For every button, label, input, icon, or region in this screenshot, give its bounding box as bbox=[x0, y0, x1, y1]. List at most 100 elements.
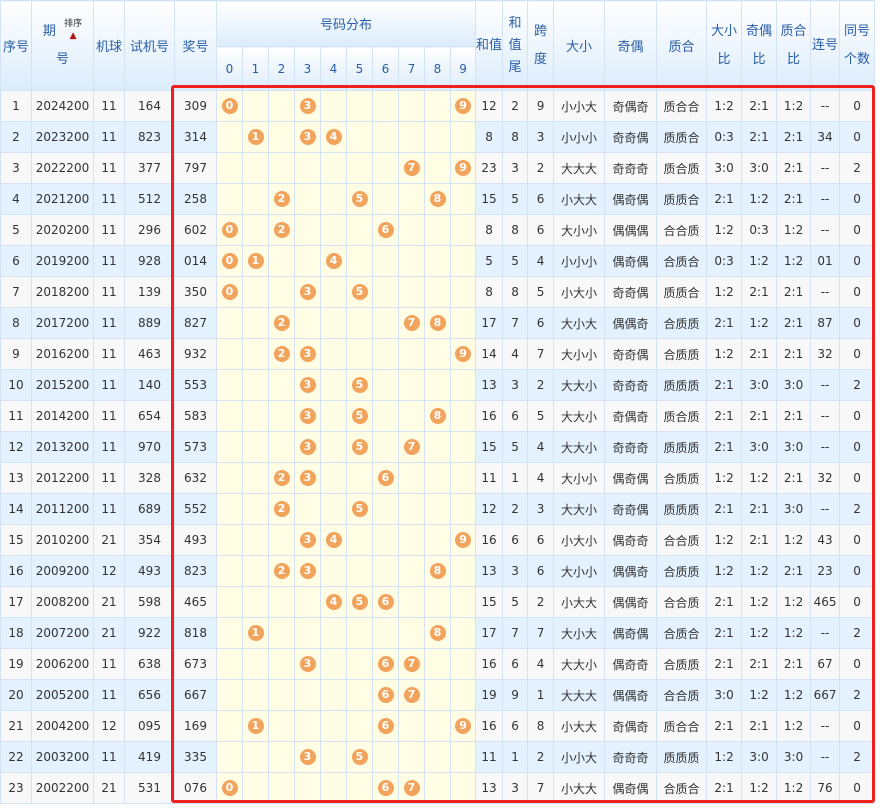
digit-ball: 5 bbox=[351, 284, 368, 300]
cell-prime-composite: 合质质 bbox=[656, 338, 708, 370]
cell-big-small: 大小小 bbox=[553, 214, 606, 246]
cell-prize-no: 350 bbox=[174, 276, 217, 308]
cell-oe-ratio: 2:1 bbox=[741, 524, 778, 556]
cell-digit-8 bbox=[424, 121, 451, 153]
cell-digit-2 bbox=[268, 772, 295, 804]
table-row: 4 2021200 11 512 258 2 5 8 15 5 6 小大大 偶奇偶 质质合 2:1 1:2 2:… bbox=[0, 183, 876, 215]
cell-digit-8 bbox=[424, 462, 451, 494]
table-row: 10 2015200 11 140 553 3 5 13 3 2 大大小 奇奇奇 质质质 2:1 3:0 3:… bbox=[0, 369, 876, 401]
cell-digit-6: 6 bbox=[372, 772, 399, 804]
cell-pc-ratio: 1:2 bbox=[776, 617, 812, 649]
cell-digit-0 bbox=[216, 338, 243, 370]
cell-digit-4 bbox=[320, 710, 347, 742]
cell-big-small: 大小小 bbox=[553, 338, 606, 370]
cell-digit-9 bbox=[449, 679, 477, 711]
digit-ball: 9 bbox=[455, 346, 472, 362]
cell-digit-7 bbox=[398, 90, 425, 122]
cell-machine: 11 bbox=[93, 90, 125, 122]
cell-span: 7 bbox=[527, 617, 555, 649]
header-bs-ratio: 大小比 bbox=[706, 0, 743, 91]
cell-digit-8 bbox=[424, 276, 451, 308]
digit-ball: 5 bbox=[351, 594, 368, 610]
cell-digit-0 bbox=[216, 462, 243, 494]
cell-digit-2: 2 bbox=[268, 338, 295, 370]
cell-pc-ratio: 3:0 bbox=[776, 369, 812, 401]
cell-bs-ratio: 0:3 bbox=[706, 121, 743, 153]
cell-digit-8 bbox=[424, 493, 451, 525]
cell-prize-no: 076 bbox=[174, 772, 217, 804]
sort-button[interactable]: 排序 ▲ bbox=[64, 18, 82, 42]
cell-digit-0 bbox=[216, 307, 243, 339]
cell-digit-9 bbox=[449, 400, 477, 432]
cell-digit-3 bbox=[294, 183, 321, 215]
cell-oe-ratio: 1:2 bbox=[741, 586, 778, 618]
cell-consecutive: 32 bbox=[810, 338, 841, 370]
cell-oe-ratio: 0:3 bbox=[741, 214, 778, 246]
cell-digit-5 bbox=[346, 121, 373, 153]
cell-big-small: 大小小 bbox=[553, 462, 606, 494]
cell-same-count: 0 bbox=[839, 431, 876, 463]
cell-digit-9 bbox=[449, 617, 477, 649]
cell-digit-3 bbox=[294, 307, 321, 339]
cell-bs-ratio: 2:1 bbox=[706, 369, 743, 401]
cell-digit-9 bbox=[449, 555, 477, 587]
cell-digit-7 bbox=[398, 121, 425, 153]
cell-pc-ratio: 1:2 bbox=[776, 679, 812, 711]
cell-seq: 2 bbox=[0, 121, 32, 153]
cell-period: 2018200 bbox=[31, 276, 94, 308]
cell-test-no: 139 bbox=[124, 276, 175, 308]
cell-pc-ratio: 2:1 bbox=[776, 462, 812, 494]
digit-ball: 3 bbox=[299, 470, 316, 486]
table-row: 16 2009200 12 493 823 2 3 8 13 3 6 大小小 偶偶奇 合质质 1:2 1:2 2… bbox=[0, 555, 876, 587]
cell-pc-ratio: 2:1 bbox=[776, 338, 812, 370]
cell-same-count: 0 bbox=[839, 338, 876, 370]
cell-odd-even: 奇奇偶 bbox=[604, 493, 658, 525]
cell-digit-5: 5 bbox=[346, 741, 373, 773]
header-period[interactable]: 期 排序 ▲ 号 bbox=[31, 0, 94, 91]
cell-oe-ratio: 3:0 bbox=[741, 741, 778, 773]
table-row: 22 2003200 11 419 335 3 5 11 1 2 小小大 奇奇奇 质质质 1:2 3:0 3:… bbox=[0, 741, 876, 773]
cell-digit-6: 6 bbox=[372, 710, 399, 742]
cell-consecutive: -- bbox=[810, 431, 841, 463]
cell-sum: 13 bbox=[475, 555, 504, 587]
cell-digit-6 bbox=[372, 524, 399, 556]
cell-sum-tail: 8 bbox=[502, 214, 529, 246]
cell-machine: 11 bbox=[93, 431, 125, 463]
cell-digit-9: 9 bbox=[449, 338, 477, 370]
table-row: 7 2018200 11 139 350 0 3 5 8 8 5 小大小 奇奇偶 质质合 1:2 2:1 2:1… bbox=[0, 276, 876, 308]
cell-seq: 11 bbox=[0, 400, 32, 432]
digit-ball: 8 bbox=[429, 315, 446, 331]
cell-odd-even: 偶偶奇 bbox=[604, 586, 658, 618]
cell-sum: 12 bbox=[475, 493, 504, 525]
digit-ball: 6 bbox=[377, 687, 394, 703]
digit-ball: 0 bbox=[221, 222, 238, 238]
cell-sum-tail: 3 bbox=[502, 555, 529, 587]
cell-sum-tail: 6 bbox=[502, 648, 529, 680]
cell-seq: 12 bbox=[0, 431, 32, 463]
cell-digit-4 bbox=[320, 648, 347, 680]
cell-seq: 7 bbox=[0, 276, 32, 308]
cell-oe-ratio: 2:1 bbox=[741, 121, 778, 153]
cell-big-small: 小小小 bbox=[553, 245, 606, 277]
cell-same-count: 0 bbox=[839, 307, 876, 339]
cell-bs-ratio: 1:2 bbox=[706, 90, 743, 122]
cell-period: 2024200 bbox=[31, 90, 94, 122]
cell-digit-5 bbox=[346, 617, 373, 649]
cell-period: 2008200 bbox=[31, 586, 94, 618]
cell-bs-ratio: 1:2 bbox=[706, 276, 743, 308]
cell-digit-6 bbox=[372, 400, 399, 432]
cell-digit-9 bbox=[449, 741, 477, 773]
header-digit-8: 8 bbox=[424, 46, 451, 91]
cell-bs-ratio: 1:2 bbox=[706, 338, 743, 370]
cell-sum: 17 bbox=[475, 307, 504, 339]
cell-digit-2: 2 bbox=[268, 462, 295, 494]
cell-consecutive: -- bbox=[810, 214, 841, 246]
cell-same-count: 0 bbox=[839, 524, 876, 556]
cell-digit-2 bbox=[268, 710, 295, 742]
cell-digit-9 bbox=[449, 431, 477, 463]
cell-consecutive: -- bbox=[810, 400, 841, 432]
digit-ball: 3 bbox=[299, 98, 316, 114]
cell-digit-0: 0 bbox=[216, 276, 243, 308]
cell-digit-4 bbox=[320, 741, 347, 773]
header-prime-composite: 质合 bbox=[656, 0, 708, 91]
